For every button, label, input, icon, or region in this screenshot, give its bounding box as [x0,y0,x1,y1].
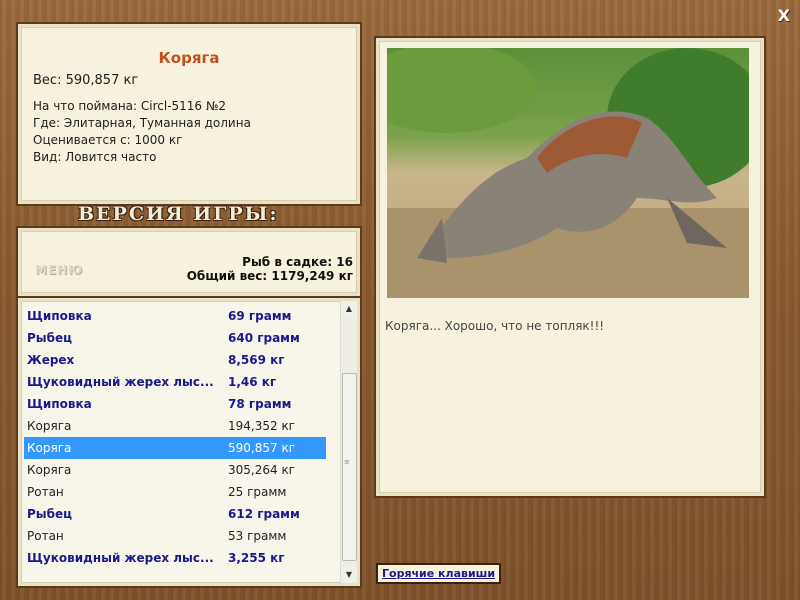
fish-type: Вид: Ловится часто [33,150,157,164]
fish-name: Рыбец [27,507,73,521]
hotkeys-link[interactable]: Горячие клавиши [376,563,502,584]
list-item[interactable]: Жерех 8,569 кг [24,349,326,371]
valued-from: Оценивается с: 1000 кг [33,133,183,147]
scroll-down-icon[interactable]: ▼ [341,567,357,583]
location: Где: Элитарная, Туманная долина [33,116,251,130]
fish-name: Ротан [27,529,64,543]
fish-list: Щиповка 69 грамм Рыбец 640 грамм Жерех 8,569 … [18,298,360,586]
fish-name: Коряга [27,463,72,477]
fish-name: Щуковидный жерех лыс... [27,375,214,389]
list-item[interactable]: Рыбец 612 грамм [24,503,326,525]
stats-panel: МЕНЮ Рыб в садке: 16 Общий вес: 1179,249… [18,228,360,296]
list-item[interactable]: Коряга 305,264 кг [24,459,326,481]
fish-name: Коряга [27,441,72,455]
fish-weight-value: 78 грамм [228,397,292,411]
scroll-thumb[interactable] [342,373,357,561]
close-icon[interactable]: X [778,6,790,25]
list-item[interactable]: Щуковидный жерех лыс... 3,255 кг [24,547,326,569]
fish-weight-value: 8,569 кг [228,353,285,367]
fish-name: Коряга [27,419,72,433]
list-item[interactable]: Коряга 194,352 кг [24,415,326,437]
photo-caption: Коряга... Хорошо, что не топляк!!! [385,319,605,333]
list-item[interactable]: Ротан 25 грамм [24,481,326,503]
fish-weight-value: 69 грамм [228,309,292,323]
fish-name: Жерех [27,353,75,367]
fish-name: Щиповка [27,309,92,323]
list-item[interactable]: Щиповка 69 грамм [24,305,326,327]
scrollbar[interactable]: ▲ ≡ ▼ [340,301,357,583]
fish-photo [387,48,749,298]
fish-name: Щуковидный жерех лыс... [27,551,214,565]
total-weight: Общий вес: 1179,249 кг [186,269,353,283]
fish-weight: Вес: 590,857 кг [33,73,139,88]
fish-count: Рыб в садке: 16 [242,255,353,269]
fish-weight-value: 305,264 кг [228,463,295,477]
photo-panel: Коряга... Хорошо, что не топляк!!! [376,38,764,496]
list-item[interactable]: Рыбец 640 грамм [24,327,326,349]
caught-with: На что поймана: Circl-5116 №2 [33,99,226,113]
fish-weight-value: 25 грамм [228,485,287,499]
fish-weight-value: 612 грамм [228,507,300,521]
fish-name: Ротан [27,485,64,499]
menu-button[interactable]: МЕНЮ [35,263,83,277]
fish-info-panel: Коряга Вес: 590,857 кг На что поймана: C… [18,24,360,204]
list-item[interactable]: Коряга 590,857 кг [24,437,326,459]
fish-rows: Щиповка 69 грамм Рыбец 640 грамм Жерех 8,569 … [24,305,326,569]
fish-weight-value: 53 грамм [228,529,287,543]
fish-weight-value: 640 грамм [228,331,300,345]
fish-weight-value: 1,46 кг [228,375,277,389]
fish-title: Коряга [158,49,220,67]
grip-icon: ≡ [344,458,350,466]
list-item[interactable]: Щиповка 78 грамм [24,393,326,415]
list-item[interactable]: Щуковидный жерех лыс... 1,46 кг [24,371,326,393]
fish-weight-value: 590,857 кг [228,441,295,455]
fish-weight-value: 3,255 кг [228,551,285,565]
scroll-up-icon[interactable]: ▲ [341,301,357,317]
fish-name: Щиповка [27,397,92,411]
fish-name: Рыбец [27,331,73,345]
fish-weight-value: 194,352 кг [228,419,295,433]
list-item[interactable]: Ротан 53 грамм [24,525,326,547]
